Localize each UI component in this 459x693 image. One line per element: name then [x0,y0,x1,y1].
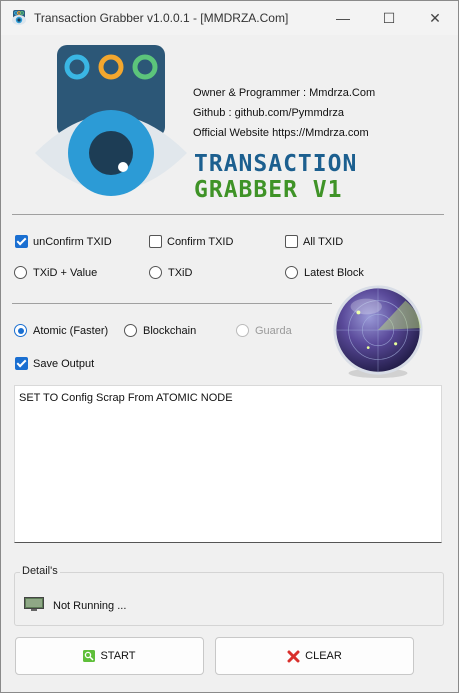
latest-block-radio[interactable]: Latest Block [285,266,364,279]
blockchain-radio[interactable]: Blockchain [124,324,196,337]
all-txid-label: All TXID [303,235,344,248]
maximize-icon: ☐ [382,9,396,26]
radio-unselected[interactable] [285,266,298,279]
checkbox-unchecked[interactable] [285,235,298,248]
details-group: Detail's Not Running ... [14,565,444,626]
website-label: Official Website https://Mmdrza.com [193,127,369,139]
start-button-label: START [100,650,136,662]
owner-label: Owner & Programmer : Mmdrza.Com [193,87,376,99]
window-title: Transaction Grabber v1.0.0.1 - [MMDRZA.C… [34,11,289,25]
blockchain-label: Blockchain [143,324,197,337]
main-content: Owner & Programmer : Mmdrza.Com Github :… [1,35,458,692]
radio-unselected[interactable] [14,266,27,279]
save-output-label: Save Output [33,357,95,370]
checkbox-unchecked[interactable] [149,235,162,248]
guarda-label: Guarda [255,324,292,337]
txid-radio[interactable]: TXiD [149,266,192,279]
details-legend: Detail's [20,565,60,577]
status-text: Not Running ... [53,600,127,612]
radio-disabled [236,324,249,337]
all-txid-checkbox[interactable]: All TXID [285,235,343,248]
start-button[interactable]: START [15,637,204,675]
close-button[interactable]: ✕ [412,1,458,35]
minimize-button[interactable]: — [320,1,366,35]
unconfirm-txid-label: unConfirm TXID [33,235,112,248]
divider [12,303,332,304]
atomic-radio[interactable]: Atomic (Faster) [14,324,108,337]
maximize-button[interactable]: ☐ [366,1,412,35]
atomic-label: Atomic (Faster) [33,324,109,337]
latest-block-label: Latest Block [304,266,364,279]
app-window: Transaction Grabber v1.0.0.1 - [MMDRZA.C… [0,0,459,693]
output-textarea[interactable]: SET TO Config Scrap From ATOMIC NODE [14,385,442,543]
txid-value-label: TXiD + Value [33,266,98,279]
minimize-icon: — [336,10,350,26]
brand-title-line2: GRABBER V1 [194,177,343,203]
app-icon [12,10,26,25]
radio-selected[interactable] [14,324,27,337]
github-label: Github : github.com/Pymmdrza [193,107,345,119]
save-output-checkbox[interactable]: Save Output [15,357,94,370]
checkbox-checked[interactable] [15,357,28,370]
brand-title-line1: TRANSACTION [194,151,358,177]
radio-unselected[interactable] [124,324,137,337]
unconfirm-txid-checkbox[interactable]: unConfirm TXID [15,235,112,248]
divider [12,214,444,215]
eye-logo-icon [35,45,187,196]
radar-globe-icon [333,285,423,379]
clear-button-label: CLEAR [305,650,342,662]
search-icon [83,650,96,662]
checkbox-checked[interactable] [15,235,28,248]
monitor-icon [24,597,44,611]
title-bar[interactable]: Transaction Grabber v1.0.0.1 - [MMDRZA.C… [1,1,458,35]
txid-label: TXiD [168,266,193,279]
clear-button[interactable]: CLEAR [215,637,414,675]
radio-unselected[interactable] [149,266,162,279]
confirm-txid-checkbox[interactable]: Confirm TXID [149,235,233,248]
close-icon: ✕ [429,9,441,26]
red-x-icon [287,650,300,662]
confirm-txid-label: Confirm TXID [167,235,234,248]
txid-value-radio[interactable]: TXiD + Value [14,266,97,279]
guarda-radio: Guarda [236,324,292,337]
